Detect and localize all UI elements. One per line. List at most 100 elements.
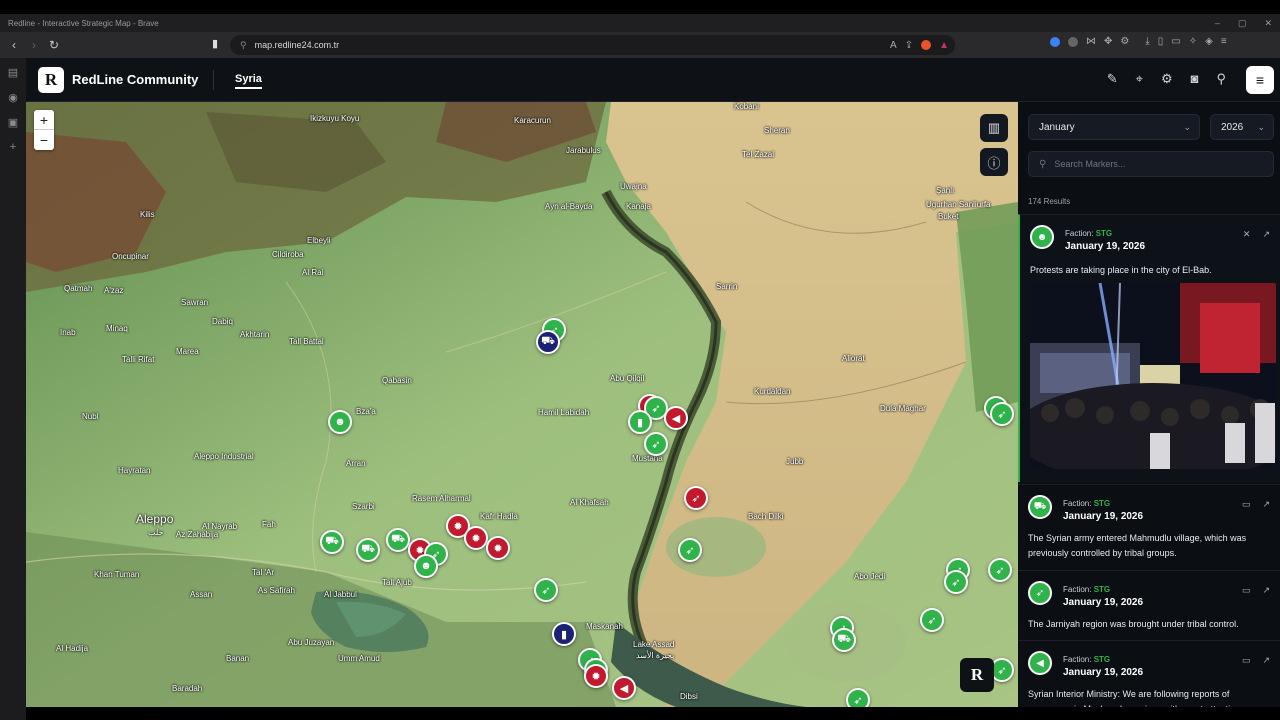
vpn-icon[interactable]: ◈ — [1205, 36, 1213, 47]
maximize-icon[interactable]: ▢ — [1238, 18, 1247, 29]
place-label: Elbeyli — [307, 236, 331, 245]
video-icon[interactable]: ▭ — [1242, 585, 1251, 596]
pen-icon[interactable]: ✎ — [1107, 71, 1118, 87]
gear-icon[interactable]: ⚙ — [1161, 71, 1173, 87]
marker-card[interactable]: ⛟ Faction: STG January 19, 2026 ▭ ↗ The … — [1018, 484, 1280, 568]
card-actions: ▭ ↗ — [1242, 499, 1270, 510]
video-icon[interactable]: ▭ — [1242, 499, 1251, 510]
share-icon[interactable]: ⇪ — [905, 40, 913, 51]
browser-sidebar: ▤ ◉ ▣ + — [0, 58, 26, 720]
translate-icon[interactable]: A — [890, 40, 897, 51]
layers-button[interactable]: ▥ — [980, 114, 1008, 142]
sidebar-toggle-icon[interactable]: ▯ — [1158, 36, 1164, 47]
search-icon[interactable]: ⚲ — [1216, 71, 1226, 87]
leo-icon[interactable]: ✧ — [1189, 36, 1197, 47]
zoom-out-button[interactable]: − — [34, 130, 54, 150]
tab-syria[interactable]: Syria — [235, 73, 262, 89]
faction-value: STG — [1093, 499, 1111, 508]
place-label: Dibsi — [680, 692, 698, 701]
place-label: Al Jabbul — [324, 590, 357, 599]
pin-icon[interactable]: ⌖ — [1136, 71, 1143, 87]
marker-card[interactable]: ☻ Faction: STG January 19, 2026 ✕ ↗ Prot… — [1018, 214, 1280, 482]
video-icon[interactable]: ▭ — [1242, 655, 1251, 666]
search-markers-input[interactable] — [1054, 159, 1255, 169]
extension-icon[interactable]: ⋈ — [1086, 36, 1096, 47]
map-marker[interactable]: ◀ — [664, 406, 688, 430]
tab-favicon-icon[interactable]: ◉ — [8, 91, 18, 104]
card-photo[interactable] — [1030, 283, 1276, 469]
wallet-icon[interactable]: ▭ — [1171, 36, 1180, 47]
card-actions: ▭ ↗ — [1242, 585, 1270, 596]
place-label: Kafr Hadla — [480, 512, 518, 521]
map-marker[interactable]: ☻ — [414, 554, 438, 578]
download-icon[interactable]: ⤓ — [1145, 36, 1149, 47]
map-marker[interactable]: ✹ — [464, 526, 488, 550]
close-icon[interactable]: ✕ — [1264, 18, 1272, 29]
map-marker[interactable]: ⛟ — [320, 530, 344, 554]
map-marker[interactable]: ➶ — [988, 558, 1012, 582]
settings-icon[interactable]: ⚙ — [1120, 36, 1129, 47]
map-marker[interactable]: ➶ — [920, 608, 944, 632]
app-logo[interactable]: R — [38, 67, 64, 93]
map-marker[interactable]: ▮ — [628, 410, 652, 434]
map-marker[interactable]: ⛟ — [386, 528, 410, 552]
marker-card[interactable]: ◀ Faction: STG January 19, 2026 ▭ ↗ Syri… — [1018, 640, 1280, 707]
external-link-icon[interactable]: ↗ — [1262, 229, 1270, 240]
close-icon[interactable]: ✕ — [1243, 229, 1251, 240]
puzzle-icon[interactable]: ✥ — [1104, 36, 1112, 47]
place-label: Talli Rifat — [122, 355, 155, 364]
map-marker[interactable]: ✹ — [584, 664, 608, 688]
external-link-icon[interactable]: ↗ — [1262, 499, 1270, 510]
menu-icon[interactable]: ≡ — [1221, 36, 1227, 47]
map-marker[interactable]: ⛟ — [832, 628, 856, 652]
external-link-icon[interactable]: ↗ — [1262, 655, 1270, 666]
minimize-icon[interactable]: – — [1215, 18, 1220, 28]
forward-icon[interactable]: › — [24, 35, 44, 55]
map-marker[interactable]: ⛟ — [536, 330, 560, 354]
address-bar[interactable]: ⚲ map.redline24.com.tr A ⇪ ▲ — [230, 35, 955, 55]
zoom-in-button[interactable]: + — [34, 110, 54, 130]
map-marker[interactable]: ➶ — [644, 432, 668, 456]
camera-icon[interactable]: ◙ — [1191, 71, 1199, 87]
extension-icon[interactable] — [1068, 36, 1078, 47]
back-icon[interactable]: ‹ — [4, 35, 24, 55]
place-label: Minaq — [106, 324, 128, 333]
map-marker[interactable]: ☻ — [328, 410, 352, 434]
map-marker[interactable]: ▮ — [552, 622, 576, 646]
map-marker[interactable]: ➶ — [678, 538, 702, 562]
map-marker[interactable]: ➶ — [990, 402, 1014, 426]
explosion-icon: ✹ — [471, 532, 481, 545]
app-name: RedLine Community — [72, 72, 199, 87]
hamburger-menu-button[interactable]: ≡ — [1246, 66, 1274, 94]
chevron-down-icon: ⌄ — [1183, 121, 1191, 132]
external-link-icon[interactable]: ↗ — [1262, 585, 1270, 596]
place-label: Tal 'Ar — [252, 568, 274, 577]
site-info-icon[interactable]: ⚲ — [240, 40, 247, 51]
map-marker[interactable]: ✹ — [486, 536, 510, 560]
brave-rewards-icon[interactable]: ▲ — [939, 40, 949, 51]
add-icon[interactable]: + — [10, 141, 16, 153]
map-marker[interactable]: ➶ — [684, 486, 708, 510]
month-select[interactable]: January ⌄ — [1028, 114, 1200, 140]
bookmark-icon[interactable]: ▮ — [212, 37, 218, 50]
sidebar-panel-icon[interactable]: ▤ — [8, 66, 18, 79]
reload-icon[interactable]: ↻ — [44, 35, 64, 55]
map-marker[interactable]: ➶ — [534, 578, 558, 602]
map-marker[interactable]: ◀ — [612, 676, 636, 700]
map-marker[interactable]: ➶ — [846, 688, 870, 707]
place-label: Akhtarin — [240, 330, 270, 339]
map-marker[interactable]: ⛟ — [356, 538, 380, 562]
map-marker[interactable]: ➶ — [944, 570, 968, 594]
year-select[interactable]: 2026 ⌄ — [1210, 114, 1274, 140]
info-button[interactable]: ⓘ — [980, 148, 1008, 176]
marker-card[interactable]: ➶ Faction: STG January 19, 2026 ▭ ↗ The … — [1018, 570, 1280, 638]
place-label: Sarrin — [716, 282, 738, 291]
extension-icon[interactable] — [1050, 36, 1060, 47]
place-label: Maskanah — [586, 622, 623, 631]
place-label: Uwajna — [620, 182, 647, 191]
search-markers-box[interactable]: ⚲ — [1028, 151, 1274, 177]
place-label: Şanlı — [936, 186, 955, 195]
reading-list-icon[interactable]: ▣ — [8, 116, 18, 129]
brave-shields-icon[interactable] — [921, 40, 932, 50]
map-canvas[interactable]: + − ▥ ⓘ Aleppo حلب Lake Assad بحيرة الأس… — [26, 102, 1018, 707]
